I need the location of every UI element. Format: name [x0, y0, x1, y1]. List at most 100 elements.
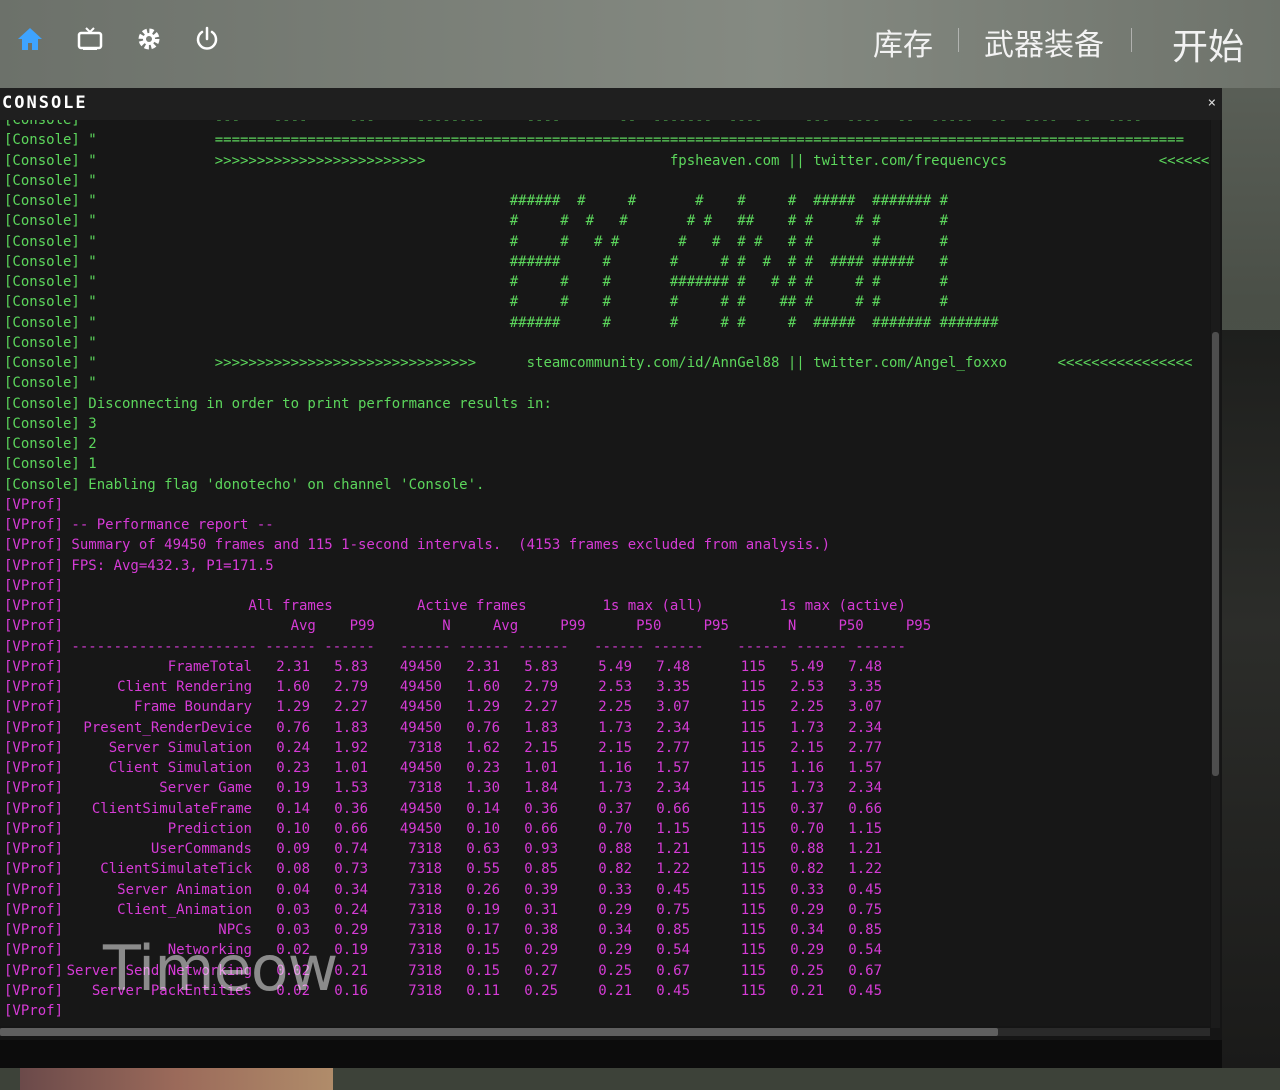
table-cell: 5.83 — [334, 658, 368, 675]
table-row-prefix: [VProf] — [4, 962, 64, 979]
table-cell: 0.75 — [656, 901, 690, 918]
table-cell: 0.33 — [598, 881, 632, 898]
table-cell: 0.10 — [276, 820, 310, 837]
table-cell: 115 — [740, 942, 766, 959]
table-cell: 0.14 — [466, 800, 500, 817]
scrollbar-thumb[interactable] — [1212, 332, 1219, 776]
nav-inventory[interactable]: 库存 — [873, 20, 933, 64]
console-line: [Console] " >>>>>>>>>>>>>>>>>>>>>>>>> fp… — [4, 152, 1210, 169]
table-cell: 7318 — [408, 881, 442, 898]
console-line: [VProf] — [4, 496, 64, 513]
table-row-label: ClientSimulateFrame — [91, 800, 252, 817]
table-cell: 7318 — [408, 982, 442, 999]
table-cell: 0.45 — [848, 881, 882, 898]
table-cell: 0.19 — [334, 942, 368, 959]
table-cell: 115 — [740, 800, 766, 817]
console-line: [Console] " # # # # # # ## # # # # # — [4, 213, 949, 230]
table-cell: 0.25 — [524, 982, 558, 999]
table-cell: 115 — [740, 861, 766, 878]
table-cell: 115 — [740, 658, 766, 675]
table-row-prefix: [VProf] — [4, 982, 64, 999]
table-cell: 1.53 — [334, 780, 368, 797]
table-cell: 0.10 — [466, 820, 500, 837]
console-line: [Console] Enabling flag 'donotecho' on c… — [4, 476, 485, 493]
tv-icon[interactable] — [75, 24, 105, 54]
table-cell: 0.29 — [790, 901, 824, 918]
nav-loadout[interactable]: 武器装备 — [984, 20, 1104, 64]
table-cell: 2.27 — [524, 699, 558, 716]
table-cell: 2.77 — [848, 739, 882, 756]
table-cell: 0.73 — [334, 861, 368, 878]
table-cell: 7.48 — [848, 658, 882, 675]
table-cell: 1.22 — [656, 861, 690, 878]
console-header: CONSOLE × — [0, 88, 1222, 120]
table-cell: 2.53 — [790, 679, 824, 695]
console-line: [Console] " — [4, 172, 97, 189]
table-cell: 0.88 — [790, 841, 824, 857]
table-cell: 0.75 — [848, 901, 882, 918]
table-cell: 0.31 — [524, 901, 558, 918]
vertical-scrollbar[interactable] — [1211, 120, 1220, 1028]
table-cell: 2.53 — [598, 679, 632, 695]
table-row-label: Server Simulation — [108, 739, 252, 756]
table-cell: 0.76 — [466, 719, 500, 736]
table-cell: 0.14 — [276, 800, 310, 817]
console-line: [VProf] FPS: Avg=432.3, P1=171.5 — [4, 557, 274, 574]
table-row-prefix: [VProf] — [4, 780, 64, 797]
table-cell: 49450 — [399, 699, 442, 716]
table-cell: 115 — [740, 699, 766, 716]
table-row-prefix: [VProf] — [4, 658, 64, 675]
table-cell: 0.34 — [790, 922, 824, 938]
table-cell: 2.27 — [334, 699, 368, 716]
table-cell: 0.29 — [598, 901, 632, 918]
table-cell: 2.34 — [848, 719, 882, 736]
console-window: CONSOLE × [Console] " --- ---- --- -----… — [0, 88, 1222, 1068]
table-cell: 0.54 — [848, 942, 882, 959]
console-line: [Console] 1 — [4, 456, 97, 473]
table-cell: 0.85 — [848, 922, 882, 938]
console-line: [Console] " # # # # # # ## # # # # — [4, 294, 949, 311]
console-line: [Console] " --- ---- --- -------- ---- -… — [4, 120, 1142, 128]
table-cell: 0.21 — [598, 982, 632, 999]
console-output[interactable]: [Console] " --- ---- --- -------- ---- -… — [0, 120, 1210, 1026]
table-row-label: Frame Boundary — [133, 699, 252, 716]
power-icon[interactable] — [192, 24, 222, 54]
console-input[interactable] — [0, 1040, 1222, 1068]
nav-start[interactable]: 开始 — [1172, 18, 1244, 70]
table-cell: 7318 — [408, 942, 442, 959]
table-cell: 0.29 — [598, 942, 632, 959]
console-line: [Console] Disconnecting in order to prin… — [4, 395, 552, 412]
table-cell: 115 — [740, 901, 766, 918]
table-cell: 0.25 — [790, 962, 824, 979]
table-cell: 1.73 — [598, 719, 632, 736]
home-icon[interactable] — [15, 24, 45, 54]
scrollbar-thumb[interactable] — [0, 1028, 998, 1036]
table-cell: 0.54 — [656, 942, 690, 959]
table-cell: 0.24 — [276, 739, 310, 756]
table-cell: 0.45 — [848, 982, 882, 999]
table-cell: 1.92 — [334, 739, 368, 756]
console-line: [Console] " >>>>>>>>>>>>>>>>>>>>>>>>>>>>… — [4, 355, 1193, 371]
table-cell: 115 — [740, 820, 766, 837]
table-cell: 2.79 — [524, 679, 558, 695]
horizontal-scrollbar[interactable] — [0, 1028, 1210, 1036]
table-cell: 2.34 — [848, 780, 882, 797]
table-cell: 0.63 — [466, 841, 500, 857]
console-line: [Console] " — [4, 334, 97, 351]
table-cell: 0.25 — [598, 962, 632, 979]
table-cell: 7318 — [408, 780, 442, 797]
table-cell: 1.57 — [656, 760, 690, 776]
table-cell: 115 — [740, 962, 766, 979]
table-row-label: Server Animation — [117, 881, 252, 898]
table-cell: 5.49 — [598, 658, 632, 675]
table-cell: 2.34 — [656, 780, 690, 797]
gear-icon[interactable] — [134, 24, 164, 54]
table-cell: 0.55 — [466, 861, 500, 878]
table-cell: 0.38 — [524, 922, 558, 938]
console-title: CONSOLE — [2, 93, 88, 113]
close-icon[interactable]: × — [1208, 95, 1216, 111]
table-cell: 0.74 — [334, 841, 368, 857]
table-row-label: Client_Animation — [117, 901, 252, 918]
table-cell: 7318 — [408, 962, 442, 979]
console-line: [Console] 2 — [4, 436, 97, 452]
